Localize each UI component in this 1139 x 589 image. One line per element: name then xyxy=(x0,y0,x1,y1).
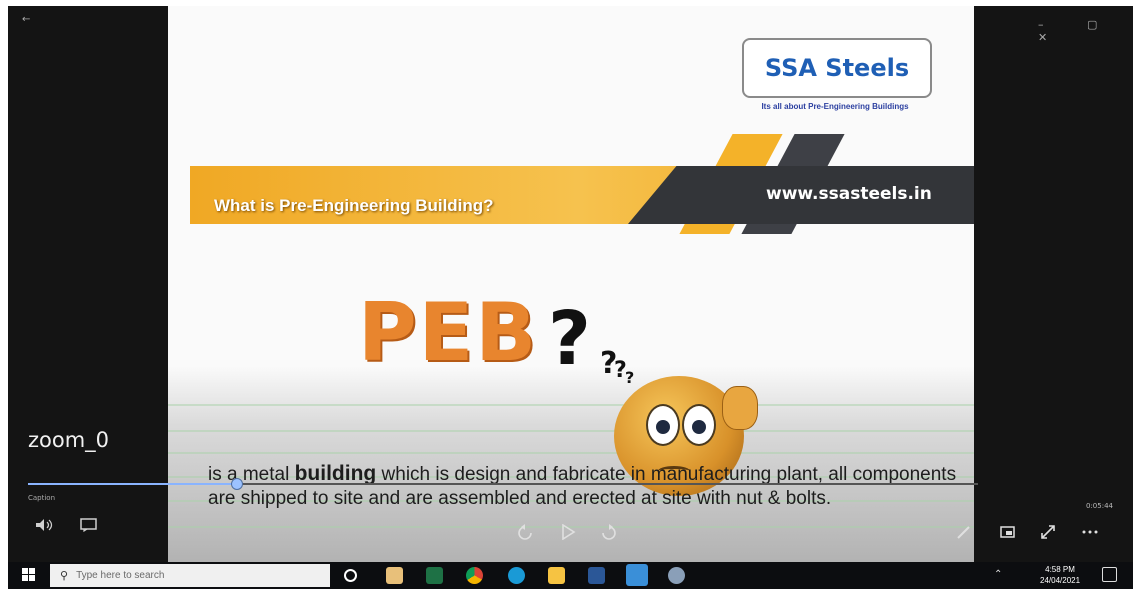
seek-handle[interactable] xyxy=(231,478,243,490)
excel-icon[interactable] xyxy=(426,567,443,584)
skip-forward-icon[interactable] xyxy=(600,524,618,540)
taskbar-clock[interactable]: 4:58 PM 24/04/2021 xyxy=(1040,564,1080,586)
skip-back-icon[interactable] xyxy=(516,524,534,540)
video-title: zoom_0 xyxy=(28,428,110,452)
photos-icon[interactable] xyxy=(626,564,648,586)
word-icon[interactable] xyxy=(588,567,605,584)
clock-time: 4:58 PM xyxy=(1045,565,1075,574)
emoji-pupil xyxy=(692,420,706,434)
pen-icon[interactable] xyxy=(956,524,972,540)
peb-heading: PEB xyxy=(358,286,539,379)
time-remaining: 0:05:44 xyxy=(1086,502,1113,510)
logo-tagline: Its all about Pre-Engineering Buildings xyxy=(761,102,909,111)
scanline xyxy=(168,452,974,454)
presentation-slide: SSA Steels Its all about Pre-Engineering… xyxy=(168,6,974,562)
back-arrow-icon[interactable]: ← xyxy=(22,14,30,25)
search-icon: ⚲ xyxy=(60,570,69,582)
tray-expand-icon[interactable]: ⌃ xyxy=(994,569,1002,580)
taskbar-search-box[interactable]: ⚲ Type here to search xyxy=(50,564,330,587)
clock-date: 24/04/2021 xyxy=(1040,576,1081,585)
logo-text: SSA Steels xyxy=(764,54,910,82)
company-logo: SSA Steels xyxy=(742,38,932,98)
scanline xyxy=(168,404,974,406)
emoji-eye xyxy=(682,404,716,446)
edge-icon[interactable] xyxy=(508,567,525,584)
seek-bar-progress xyxy=(28,483,237,485)
emoji-pupil xyxy=(656,420,670,434)
window-controls[interactable]: – ▢ ✕ xyxy=(1038,18,1133,44)
emoji-hand xyxy=(722,386,758,430)
search-placeholder: Type here to search xyxy=(76,570,165,581)
emoji-eye xyxy=(646,404,680,446)
definition-text: is a metal building which is design and … xyxy=(208,462,968,511)
volume-icon[interactable] xyxy=(34,518,56,532)
store-icon[interactable] xyxy=(386,567,403,584)
question-mark-big: ? xyxy=(548,296,591,382)
start-icon[interactable] xyxy=(22,568,36,582)
question-mark-small: ? xyxy=(625,368,635,387)
definition-prefix: is a metal xyxy=(208,464,295,485)
video-player-window: ← – ▢ ✕ SSA Steels Its all about Pre-Eng… xyxy=(8,6,1133,562)
banner-url: www.ssasteels.in xyxy=(766,184,932,204)
subtitles-icon[interactable] xyxy=(80,518,98,532)
cortana-icon[interactable] xyxy=(344,569,357,582)
mini-view-icon[interactable] xyxy=(1000,526,1016,538)
notification-icon[interactable] xyxy=(1102,567,1117,582)
play-icon[interactable] xyxy=(560,524,576,540)
windows-taskbar: ⚲ Type here to search ⌃ 4:58 PM 24/04/20… xyxy=(8,562,1133,589)
caption-label: Caption xyxy=(28,494,56,502)
more-options-icon[interactable] xyxy=(1082,530,1098,534)
scanline xyxy=(168,430,974,432)
chrome-icon[interactable] xyxy=(466,567,483,584)
definition-bold: building xyxy=(294,462,377,485)
media-icon[interactable] xyxy=(668,567,685,584)
fullscreen-icon[interactable] xyxy=(1040,524,1056,540)
file-explorer-icon[interactable] xyxy=(548,567,565,584)
banner-title: What is Pre-Engineering Building? xyxy=(214,196,494,215)
